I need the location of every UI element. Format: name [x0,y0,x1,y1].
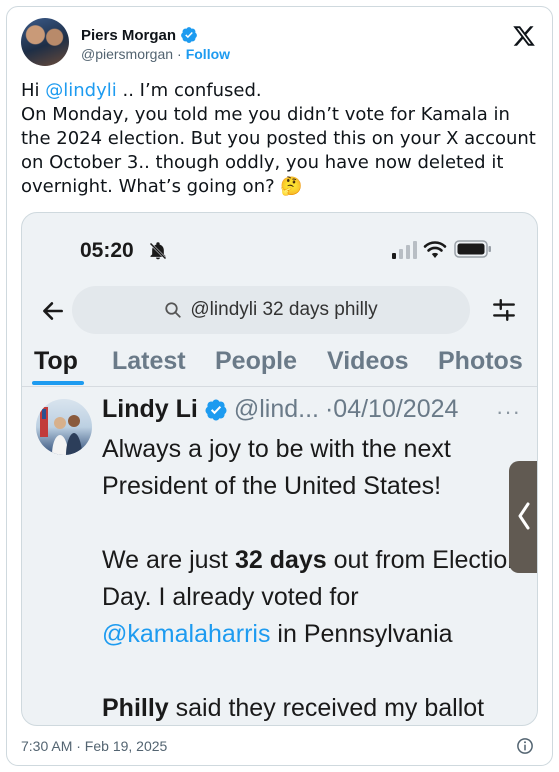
tweet-body: On Monday, you told me you didn’t vote f… [21,104,536,197]
p3-bold: Philly [102,694,169,722]
inner-line-1: Always a joy to be with the next Preside… [102,435,451,500]
tweet-text: Hi @lindyli .. I’m confused. On Monday, … [21,79,541,199]
more-icon[interactable]: ··· [496,399,521,425]
p3-text: said they received my ballot [168,694,485,722]
inner-paragraph-3: Philly said they received my ballot [102,690,522,725]
inner-author-avatar[interactable] [36,399,92,455]
tab-latest[interactable]: Latest [112,347,186,376]
tab-top[interactable]: Top [34,347,78,376]
back-arrow-icon[interactable] [40,298,66,324]
tweet-timestamp[interactable]: 7:30 AM · Feb 19, 2025 [21,738,167,754]
info-icon[interactable] [516,737,534,755]
search-tabs: Top Latest People Videos Photos [22,337,537,387]
inner-paragraph-2: We are just 32 days out from Election Da… [102,542,522,653]
kamala-mention-link[interactable]: @kamalaharris [102,620,270,648]
status-time: 05:20 [80,239,134,262]
battery-icon [454,240,491,258]
inner-post-body: Always a joy to be with the next Preside… [102,431,522,725]
verified-badge-icon [181,27,197,43]
side-panel-handle[interactable] [509,461,537,573]
embedded-screenshot[interactable]: 05:20 @lindyli 32 days philly Top Latest… [21,212,538,726]
wifi-icon [423,241,447,258]
follow-button[interactable]: Follow [186,46,230,62]
phone-status-bar: 05:20 [22,213,537,283]
tweet-embed-card: Piers Morgan @piersmorgan · Follow Hi @l… [6,6,553,766]
mention-link[interactable]: @lindyli [45,80,117,101]
greeting-text: Hi [21,80,46,101]
search-icon [165,302,182,318]
author-name-row: Piers Morgan [81,26,198,44]
author-avatar[interactable] [21,18,69,66]
filter-icon[interactable] [491,297,517,323]
inner-author-name[interactable]: Lindy Li [102,395,198,424]
author-name[interactable]: Piers Morgan [81,27,176,44]
chevron-left-icon [518,502,530,530]
tweet-header: Piers Morgan @piersmorgan · Follow [21,18,538,68]
tab-videos[interactable]: Videos [327,347,409,376]
separator-dot: · [177,46,182,62]
p2-bold: 32 days [234,546,327,574]
bell-muted-icon [149,242,167,260]
inner-avatar-figures [40,407,82,455]
search-query: @lindyli 32 days philly [190,299,378,320]
tweet-line-1: Hi @lindyli .. I’m confused. [21,79,541,103]
author-handle-row: @piersmorgan · Follow [81,46,230,62]
p2-text-a: We are just [102,546,235,574]
active-tab-indicator [32,381,84,385]
author-handle[interactable]: @piersmorgan [81,46,173,62]
x-logo-icon[interactable] [512,24,536,48]
confused-text: .. I’m confused. [116,80,262,101]
p2-text-d: in Pennsylvania [270,620,453,648]
inner-author-handle: @lind... [233,395,319,423]
verified-badge-icon [205,399,227,420]
tab-photos[interactable]: Photos [438,347,523,376]
signal-icon [392,241,417,259]
search-input[interactable]: @lindyli 32 days philly [72,286,470,334]
inner-post-date: ·04/10/2024 [324,395,459,423]
tab-people[interactable]: People [215,347,297,376]
inner-post-header: Lindy Li @lind... ·04/10/2024 [102,395,458,424]
